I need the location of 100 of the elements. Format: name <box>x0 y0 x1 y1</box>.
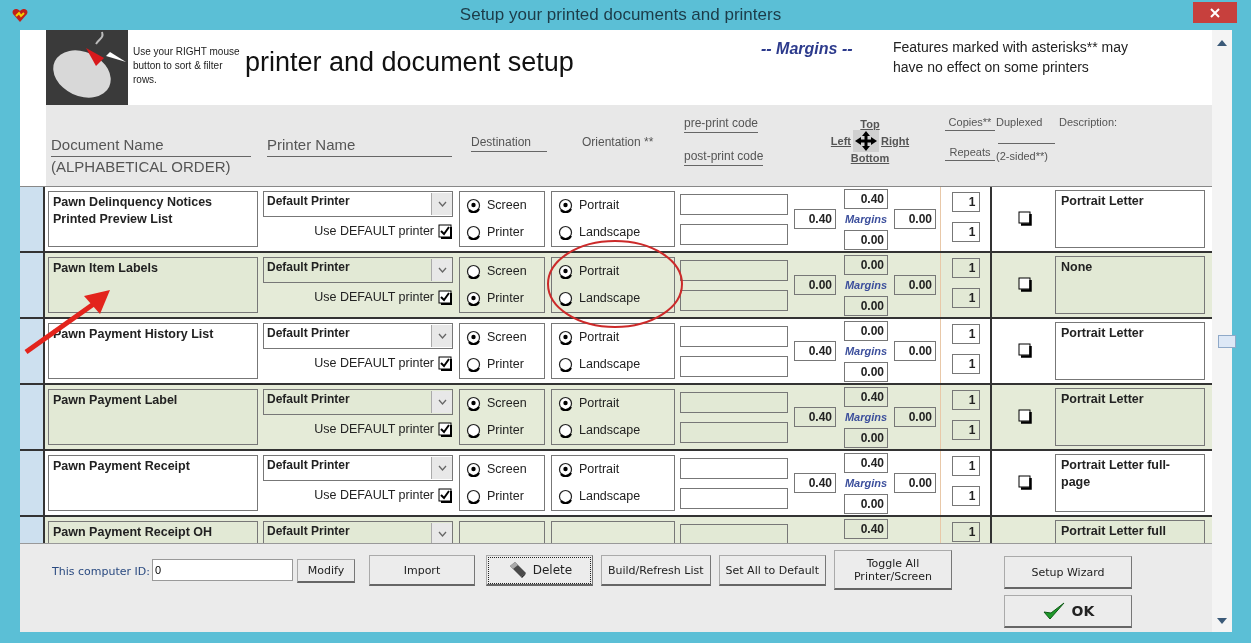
repeats-field[interactable]: 1 <box>951 419 980 440</box>
radio-label[interactable]: Landscape <box>579 291 641 306</box>
repeats-field[interactable]: 1 <box>951 287 980 308</box>
button[interactable]: Setup Wizard <box>1004 556 1132 590</box>
scroll-thumb[interactable] <box>1218 335 1236 348</box>
checkbox[interactable] <box>438 289 453 305</box>
row-selector[interactable] <box>20 252 45 317</box>
copies-field[interactable]: 1 <box>951 323 980 344</box>
radio-label[interactable]: Screen <box>487 198 527 213</box>
checkbox-label[interactable]: Use DEFAULT printer <box>314 488 434 503</box>
margin-field[interactable]: 0.00 <box>894 209 936 230</box>
duplex-checkbox[interactable] <box>1018 409 1033 425</box>
radio-button[interactable] <box>558 395 573 411</box>
code-field[interactable] <box>680 193 788 215</box>
scroll-down-icon[interactable] <box>1217 618 1227 624</box>
column-header[interactable]: Printer Name <box>267 135 452 157</box>
margin-field[interactable]: 0.00 <box>844 361 888 382</box>
radio-label[interactable]: Portrait <box>579 462 620 477</box>
margin-field[interactable]: 0.40 <box>844 518 888 539</box>
column-header[interactable]: Duplexed <box>996 116 1043 128</box>
description-field[interactable]: Portrait Letter full-page <box>1055 453 1205 512</box>
radio-button[interactable] <box>558 488 573 504</box>
document-name-field[interactable]: Pawn Payment Receipt OH <box>48 520 258 544</box>
column-header[interactable]: post-print code <box>684 149 764 166</box>
radio-button[interactable] <box>558 290 573 306</box>
repeats-field[interactable]: 1 <box>951 353 980 374</box>
copies-field[interactable]: 1 <box>951 257 980 278</box>
radio-label[interactable]: Landscape <box>579 225 641 240</box>
margin-field[interactable]: 0.00 <box>794 275 836 296</box>
code-field[interactable] <box>680 523 788 544</box>
radio-label[interactable]: Printer <box>487 489 524 504</box>
printer-dropdown[interactable]: Default Printer <box>263 454 453 481</box>
column-header[interactable]: pre-print code <box>684 116 759 133</box>
computer-id-field[interactable]: 0 <box>151 559 293 582</box>
radio-button[interactable] <box>558 422 573 438</box>
radio-button[interactable] <box>558 461 573 477</box>
radio-label[interactable]: Landscape <box>579 423 641 438</box>
radio-button[interactable] <box>558 263 573 279</box>
radio-button[interactable] <box>466 263 481 279</box>
row-selector[interactable] <box>20 450 45 515</box>
radio-label[interactable]: Printer <box>487 291 524 306</box>
document-name-field[interactable]: Pawn Payment Receipt <box>48 454 258 511</box>
column-header[interactable]: Description: <box>1059 116 1209 128</box>
button[interactable]: Build/Refresh List <box>600 555 711 587</box>
radio-label[interactable]: Screen <box>487 396 527 411</box>
code-field[interactable] <box>680 391 788 413</box>
radio-button[interactable] <box>558 329 573 345</box>
copies-field[interactable]: 1 <box>951 455 980 476</box>
radio-label[interactable]: Printer <box>487 357 524 372</box>
button[interactable]: Set All to Default <box>718 555 826 587</box>
radio-button[interactable] <box>466 356 481 372</box>
margin-field[interactable]: 0.00 <box>894 275 936 296</box>
checkbox[interactable] <box>438 223 453 239</box>
button[interactable]: Delete <box>485 555 593 587</box>
column-header[interactable]: Repeats <box>945 146 995 161</box>
radio-button[interactable] <box>466 290 481 306</box>
column-header[interactable]: (2-sided**) <box>996 150 1048 162</box>
checkbox-label[interactable]: Use DEFAULT printer <box>314 290 434 305</box>
column-header[interactable]: Left <box>830 135 852 147</box>
radio-label[interactable]: Portrait <box>579 396 620 411</box>
radio-label[interactable]: Portrait <box>579 264 620 279</box>
code-field[interactable] <box>680 325 788 347</box>
radio-label[interactable]: Landscape <box>579 357 641 372</box>
button[interactable]: Import <box>368 555 475 587</box>
radio-button[interactable] <box>466 329 481 345</box>
margin-field[interactable]: 0.00 <box>844 295 888 316</box>
margin-field[interactable]: 0.00 <box>894 473 936 494</box>
radio-label[interactable]: Portrait <box>579 198 620 213</box>
radio-button[interactable] <box>466 461 481 477</box>
checkbox-label[interactable]: Use DEFAULT printer <box>314 422 434 437</box>
margin-field[interactable]: 0.40 <box>794 473 836 494</box>
copies-field[interactable]: 1 <box>951 191 980 212</box>
button[interactable]: OK <box>1004 595 1132 629</box>
document-name-field[interactable]: Pawn Delinquency Notices Printed Preview List <box>48 190 258 247</box>
code-field[interactable] <box>680 289 788 311</box>
radio-button[interactable] <box>466 224 481 240</box>
margin-field[interactable]: 0.40 <box>844 188 888 209</box>
copies-field[interactable]: 1 <box>951 389 980 410</box>
printer-dropdown[interactable]: Default Printer <box>263 190 453 217</box>
margin-field[interactable]: 0.40 <box>844 386 888 407</box>
duplex-checkbox[interactable] <box>1018 475 1033 491</box>
code-field[interactable] <box>680 223 788 245</box>
column-header[interactable]: Document Name <box>51 135 251 157</box>
printer-dropdown[interactable]: Default Printer <box>263 520 453 544</box>
radio-label[interactable]: Printer <box>487 423 524 438</box>
code-field[interactable] <box>680 355 788 377</box>
margin-field[interactable]: 0.00 <box>844 229 888 250</box>
radio-button[interactable] <box>466 422 481 438</box>
description-field[interactable]: Portrait Letter full <box>1055 519 1205 544</box>
code-field[interactable] <box>680 421 788 443</box>
row-selector[interactable] <box>20 318 45 383</box>
duplex-checkbox[interactable] <box>1018 343 1033 359</box>
radio-label[interactable]: Printer <box>487 225 524 240</box>
margin-field[interactable]: 0.40 <box>844 452 888 473</box>
column-header[interactable]: Top <box>860 118 880 130</box>
scroll-up-icon[interactable] <box>1217 40 1227 46</box>
code-field[interactable] <box>680 457 788 479</box>
margin-field[interactable]: 0.40 <box>794 341 836 362</box>
close-button[interactable] <box>1193 2 1237 23</box>
repeats-field[interactable]: 1 <box>951 485 980 506</box>
